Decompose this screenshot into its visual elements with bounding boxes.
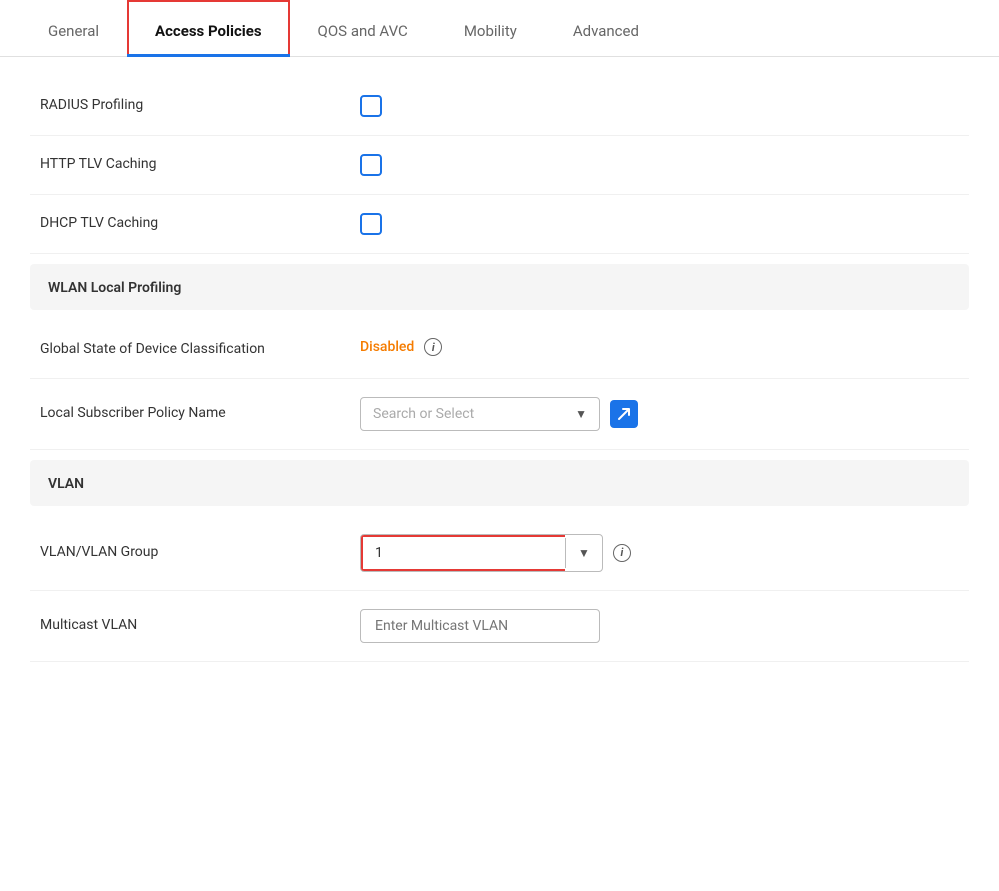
multicast-vlan-control	[360, 609, 959, 643]
local-subscriber-external-link-icon[interactable]	[610, 400, 638, 428]
http-tlv-caching-row: HTTP TLV Caching	[30, 136, 969, 195]
multicast-vlan-input[interactable]	[360, 609, 600, 643]
tab-navigation: General Access Policies QOS and AVC Mobi…	[0, 0, 999, 57]
device-classification-control: Disabled i	[360, 338, 959, 356]
local-subscriber-placeholder: Search or Select	[373, 406, 474, 422]
http-tlv-caching-control	[360, 154, 959, 176]
dhcp-tlv-caching-checkbox[interactable]	[360, 213, 382, 235]
tab-qos-avc[interactable]: QOS and AVC	[290, 0, 436, 56]
tab-mobility[interactable]: Mobility	[436, 0, 545, 56]
radius-profiling-row: RADIUS Profiling	[30, 77, 969, 136]
dhcp-tlv-caching-row: DHCP TLV Caching	[30, 195, 969, 254]
local-subscriber-arrow-icon: ▼	[575, 407, 587, 421]
vlan-group-dropdown-btn[interactable]: ▼	[565, 538, 602, 568]
http-tlv-caching-label: HTTP TLV Caching	[40, 155, 360, 175]
dhcp-tlv-caching-control	[360, 213, 959, 235]
vlan-group-input[interactable]	[361, 535, 565, 571]
wlan-local-profiling-section: WLAN Local Profiling	[30, 264, 969, 310]
device-classification-status: Disabled	[360, 339, 414, 355]
vlan-group-label: VLAN/VLAN Group	[40, 543, 360, 563]
multicast-vlan-row: Multicast VLAN	[30, 591, 969, 662]
vlan-group-control: ▼ i	[360, 534, 959, 572]
vlan-group-info-icon[interactable]: i	[613, 544, 631, 562]
device-classification-info-icon[interactable]: i	[424, 338, 442, 356]
tab-access-policies[interactable]: Access Policies	[127, 0, 290, 56]
tab-advanced[interactable]: Advanced	[545, 0, 667, 56]
wlan-local-profiling-title: WLAN Local Profiling	[48, 280, 181, 296]
vlan-group-row: VLAN/VLAN Group ▼ i	[30, 516, 969, 591]
multicast-vlan-label: Multicast VLAN	[40, 616, 360, 636]
local-subscriber-row: Local Subscriber Policy Name Search or S…	[30, 379, 969, 450]
vlan-section-title: VLAN	[48, 476, 84, 492]
vlan-section: VLAN	[30, 460, 969, 506]
device-classification-row: Global State of Device Classification Di…	[30, 320, 969, 379]
vlan-group-arrow-icon: ▼	[578, 546, 590, 560]
content-area: RADIUS Profiling HTTP TLV Caching DHCP T…	[0, 57, 999, 682]
local-subscriber-dropdown[interactable]: Search or Select ▼	[360, 397, 600, 431]
radius-profiling-control	[360, 95, 959, 117]
tab-general[interactable]: General	[20, 0, 127, 56]
local-subscriber-label: Local Subscriber Policy Name	[40, 404, 360, 424]
radius-profiling-label: RADIUS Profiling	[40, 96, 360, 116]
device-classification-label: Global State of Device Classification	[40, 338, 360, 360]
radius-profiling-checkbox[interactable]	[360, 95, 382, 117]
local-subscriber-control: Search or Select ▼	[360, 397, 959, 431]
http-tlv-caching-checkbox[interactable]	[360, 154, 382, 176]
vlan-group-input-container: ▼	[360, 534, 603, 572]
dhcp-tlv-caching-label: DHCP TLV Caching	[40, 214, 360, 234]
